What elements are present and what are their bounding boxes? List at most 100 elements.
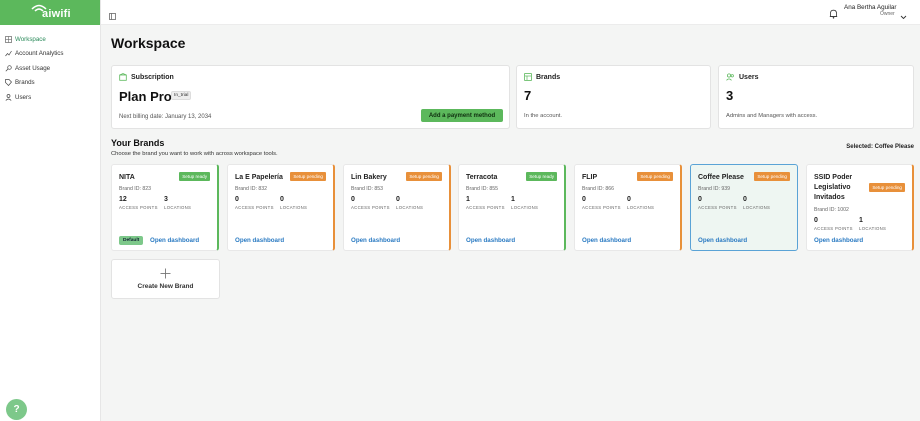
subscription-heading: Subscription bbox=[131, 73, 174, 81]
brand-card-la-e-papeleria[interactable]: La E Papelería Setup pending Brand ID: 8… bbox=[227, 164, 335, 251]
sidebar-item-label: Asset Usage bbox=[15, 64, 51, 72]
brand-name: Terracota bbox=[466, 174, 498, 181]
access-points-label: ACCESS POINTS bbox=[814, 226, 853, 231]
locations-value: 1 bbox=[859, 217, 863, 224]
user-role: Owner bbox=[880, 11, 895, 17]
access-points-metric: 0 ACCESS POINTS bbox=[351, 196, 390, 210]
locations-metric: 0 LOCATIONS bbox=[743, 196, 770, 210]
brand-card-terracota[interactable]: Terracota Setup ready Brand ID: 855 1 AC… bbox=[458, 164, 566, 251]
status-badge: Setup pending bbox=[406, 172, 442, 181]
locations-label: LOCATIONS bbox=[164, 205, 192, 210]
brand-card-nita[interactable]: NITA Setup ready Brand ID: 823 12 ACCESS… bbox=[111, 164, 219, 251]
help-button[interactable]: ? bbox=[6, 399, 27, 420]
brand-id: Brand ID: 939 bbox=[698, 186, 731, 192]
locations-label: LOCATIONS bbox=[511, 205, 539, 210]
users-count-sub: Admins and Managers with access. bbox=[726, 113, 818, 119]
user-icon bbox=[4, 93, 12, 101]
access-points-metric: 1 ACCESS POINTS bbox=[466, 196, 505, 210]
sidebar-item-brands[interactable]: Brands bbox=[0, 76, 100, 91]
access-points-metric: 0 ACCESS POINTS bbox=[235, 196, 274, 210]
billing-date: Next billing date: January 13, 2034 bbox=[119, 114, 212, 120]
brand-card-flip[interactable]: FLIP Setup pending Brand ID: 866 0 ACCES… bbox=[574, 164, 682, 251]
status-badge: Setup pending bbox=[290, 172, 326, 181]
sidebar-item-account-analytics[interactable]: Account Analytics bbox=[0, 47, 100, 62]
access-points-value: 1 bbox=[466, 196, 470, 203]
subscription-card: Subscription Plan Pro In_trial Next bill… bbox=[111, 65, 510, 129]
locations-value: 0 bbox=[396, 196, 400, 203]
subscription-header: Subscription bbox=[119, 73, 174, 81]
menu-toggle-icon[interactable] bbox=[109, 7, 116, 25]
default-badge: Default bbox=[119, 236, 144, 245]
sidebar-item-asset-usage[interactable]: Asset Usage bbox=[0, 61, 100, 76]
open-dashboard-link[interactable]: Open dashboard bbox=[235, 237, 284, 244]
locations-label: LOCATIONS bbox=[280, 205, 308, 210]
bell-icon[interactable] bbox=[829, 6, 838, 24]
access-points-label: ACCESS POINTS bbox=[582, 205, 621, 210]
access-points-value: 0 bbox=[582, 196, 586, 203]
access-points-value: 0 bbox=[698, 196, 702, 203]
brand-name: La E Papelería bbox=[235, 174, 283, 181]
brand-name: Coffee Please bbox=[698, 174, 744, 181]
access-points-metric: 0 ACCESS POINTS bbox=[814, 217, 853, 231]
chart-icon bbox=[4, 50, 12, 58]
users-summary-heading: Users bbox=[739, 73, 759, 81]
access-points-label: ACCESS POINTS bbox=[466, 205, 505, 210]
brand-name: FLIP bbox=[582, 174, 598, 181]
access-points-value: 0 bbox=[235, 196, 239, 203]
locations-metric: 0 LOCATIONS bbox=[396, 196, 423, 210]
create-brand-button[interactable]: Create New Brand bbox=[111, 259, 220, 299]
sidebar-item-label: Brands bbox=[15, 79, 35, 87]
user-name[interactable]: Ana Bertha Aguilar bbox=[844, 4, 897, 11]
selected-brand-label: Selected: Coffee Please bbox=[846, 144, 914, 150]
logo[interactable]: aiwifi bbox=[0, 0, 100, 25]
access-points-label: ACCESS POINTS bbox=[351, 205, 390, 210]
locations-metric: 3 LOCATIONS bbox=[164, 196, 191, 210]
chevron-down-icon[interactable] bbox=[900, 7, 907, 25]
plus-icon bbox=[160, 266, 171, 284]
open-dashboard-link[interactable]: Open dashboard bbox=[582, 237, 631, 244]
brand-id: Brand ID: 1002 bbox=[814, 207, 849, 213]
sidebar-item-users[interactable]: Users bbox=[0, 90, 100, 105]
brand-card-ssid-poder-legislativo[interactable]: SSID Poder Legislativo Invitados Setup p… bbox=[806, 164, 914, 251]
access-points-label: ACCESS POINTS bbox=[235, 205, 274, 210]
sidebar-item-label: Account Analytics bbox=[15, 50, 64, 58]
question-icon: ? bbox=[13, 404, 20, 415]
locations-label: LOCATIONS bbox=[396, 205, 424, 210]
access-points-label: ACCESS POINTS bbox=[119, 205, 158, 210]
access-points-value: 12 bbox=[119, 196, 127, 203]
users-count: 3 bbox=[726, 88, 734, 103]
status-badge: Setup pending bbox=[754, 172, 790, 181]
users-summary-header: Users bbox=[726, 73, 758, 81]
users-icon bbox=[726, 73, 735, 81]
status-badge: Setup pending bbox=[869, 183, 905, 192]
brand-name: Lin Bakery bbox=[351, 174, 387, 181]
locations-value: 3 bbox=[164, 196, 168, 203]
locations-metric: 1 LOCATIONS bbox=[859, 217, 886, 231]
open-dashboard-link[interactable]: Open dashboard bbox=[150, 237, 199, 244]
brand-card-lin-bakery[interactable]: Lin Bakery Setup pending Brand ID: 853 0… bbox=[343, 164, 451, 251]
brand-card-coffee-please[interactable]: Coffee Please Setup pending Brand ID: 93… bbox=[690, 164, 798, 251]
grid-icon bbox=[4, 35, 12, 43]
locations-label: LOCATIONS bbox=[627, 205, 655, 210]
access-points-metric: 12 ACCESS POINTS bbox=[119, 196, 158, 210]
topbar: Ana Bertha Aguilar Owner bbox=[101, 0, 920, 25]
access-points-label: ACCESS POINTS bbox=[698, 205, 737, 210]
brand-id: Brand ID: 832 bbox=[235, 186, 268, 192]
sidebar-item-label: Users bbox=[15, 93, 32, 101]
open-dashboard-link[interactable]: Open dashboard bbox=[466, 237, 515, 244]
key-icon bbox=[4, 64, 12, 72]
access-points-value: 0 bbox=[814, 217, 818, 224]
users-summary-card: Users 3 Admins and Managers with access. bbox=[718, 65, 914, 129]
brand-name: SSID Poder Legislativo Invitados bbox=[814, 174, 853, 201]
open-dashboard-link[interactable]: Open dashboard bbox=[814, 237, 863, 244]
locations-label: LOCATIONS bbox=[859, 226, 887, 231]
your-brands-subtitle: Choose the brand you want to work with a… bbox=[111, 151, 278, 157]
open-dashboard-link[interactable]: Open dashboard bbox=[698, 237, 747, 244]
brands-count-sub: In the account. bbox=[524, 113, 563, 119]
open-dashboard-link[interactable]: Open dashboard bbox=[351, 237, 400, 244]
add-payment-button[interactable]: Add a payment method bbox=[421, 109, 503, 122]
sidebar-item-workspace[interactable]: Workspace bbox=[0, 32, 100, 47]
access-points-metric: 0 ACCESS POINTS bbox=[582, 196, 621, 210]
trial-badge: In_trial bbox=[171, 91, 192, 100]
status-badge: Setup ready bbox=[526, 172, 557, 181]
